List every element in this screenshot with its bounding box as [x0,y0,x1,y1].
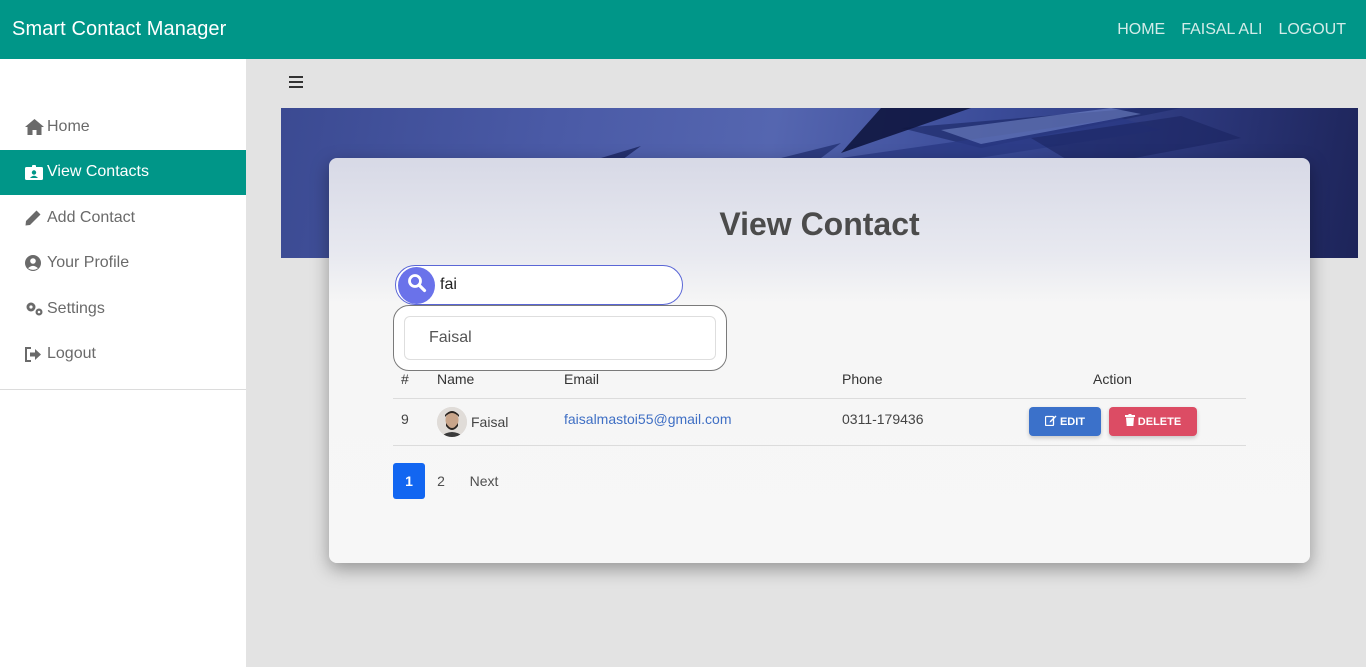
sidebar-item-logout[interactable]: Logout [0,332,246,378]
suggestion-item[interactable]: Faisal [404,316,716,360]
header-name: Name [437,371,475,387]
sidebar-item-view-contacts[interactable]: View Contacts [0,149,246,195]
delete-label: DELETE [1137,415,1182,428]
sidebar-item-label: Add Contact [47,208,136,226]
delete-button[interactable]: DELETE [1109,407,1197,436]
search-button[interactable] [398,267,435,304]
brand-title[interactable]: Smart Contact Manager [12,18,226,41]
contact-id: 9 [401,411,409,427]
nav-links: HOME FAISAL ALI LOGOUT [1117,21,1346,39]
search-field[interactable] [395,265,683,305]
header-id: # [401,371,409,387]
header-phone: Phone [842,371,883,387]
table-header: # Name Email Phone Action [393,361,1246,399]
edit-button[interactable]: EDIT [1029,407,1101,436]
hamburger-icon[interactable] [289,76,303,90]
nav-link-user[interactable]: FAISAL ALI [1181,21,1262,39]
sidebar-item-label: Logout [47,345,96,363]
sidebar-item-label: Your Profile [47,254,130,272]
top-navbar: Smart Contact Manager HOME FAISAL ALI LO… [0,0,1366,59]
table-row: 9 Faisal faisalmastoi55@gmail.com 0311-1… [393,399,1246,446]
contact-name: Faisal [471,414,509,430]
id-card-icon [25,163,45,181]
search-icon [407,273,427,298]
sidebar-item-your-profile[interactable]: Your Profile [0,241,246,287]
contacts-card: View Contact Faisal # Name Email Phone A… [329,158,1310,563]
header-action: Action [1093,371,1132,387]
sidebar: Home View Contacts Add Contact Your Prof… [0,59,246,667]
nav-link-logout[interactable]: LOGOUT [1278,21,1346,39]
next-page-button[interactable]: Next [457,463,511,499]
contact-email-link[interactable]: faisalmastoi55@gmail.com [564,411,732,427]
nav-link-home[interactable]: HOME [1117,21,1165,39]
header-email: Email [564,371,600,387]
contacts-table: # Name Email Phone Action 9 Faisal faisa… [393,361,1246,446]
contact-phone: 0311-179436 [842,411,924,427]
sidebar-item-label: View Contacts [47,163,149,181]
sidebar-item-label: Settings [47,299,105,317]
search-input[interactable] [440,274,670,296]
sidebar-item-add-contact[interactable]: Add Contact [0,195,246,241]
pagination: 1 2 Next [393,463,511,499]
home-icon [25,118,45,136]
page-1-button[interactable]: 1 [393,463,425,499]
user-circle-icon [25,254,45,272]
sidebar-menu: Home View Contacts Add Contact Your Prof… [0,104,246,377]
pencil-icon [25,209,45,227]
trash-icon [1124,414,1135,429]
cogs-icon [25,300,45,318]
contact-avatar [437,407,467,437]
sidebar-item-settings[interactable]: Settings [0,286,246,332]
edit-icon [1044,415,1057,429]
sidebar-divider [0,389,246,390]
sidebar-item-label: Home [47,117,90,135]
page-2-button[interactable]: 2 [425,463,457,499]
sign-out-icon [25,345,45,363]
page-title: View Contact [719,206,920,242]
edit-label: EDIT [1059,415,1086,428]
sidebar-item-home[interactable]: Home [0,104,246,150]
